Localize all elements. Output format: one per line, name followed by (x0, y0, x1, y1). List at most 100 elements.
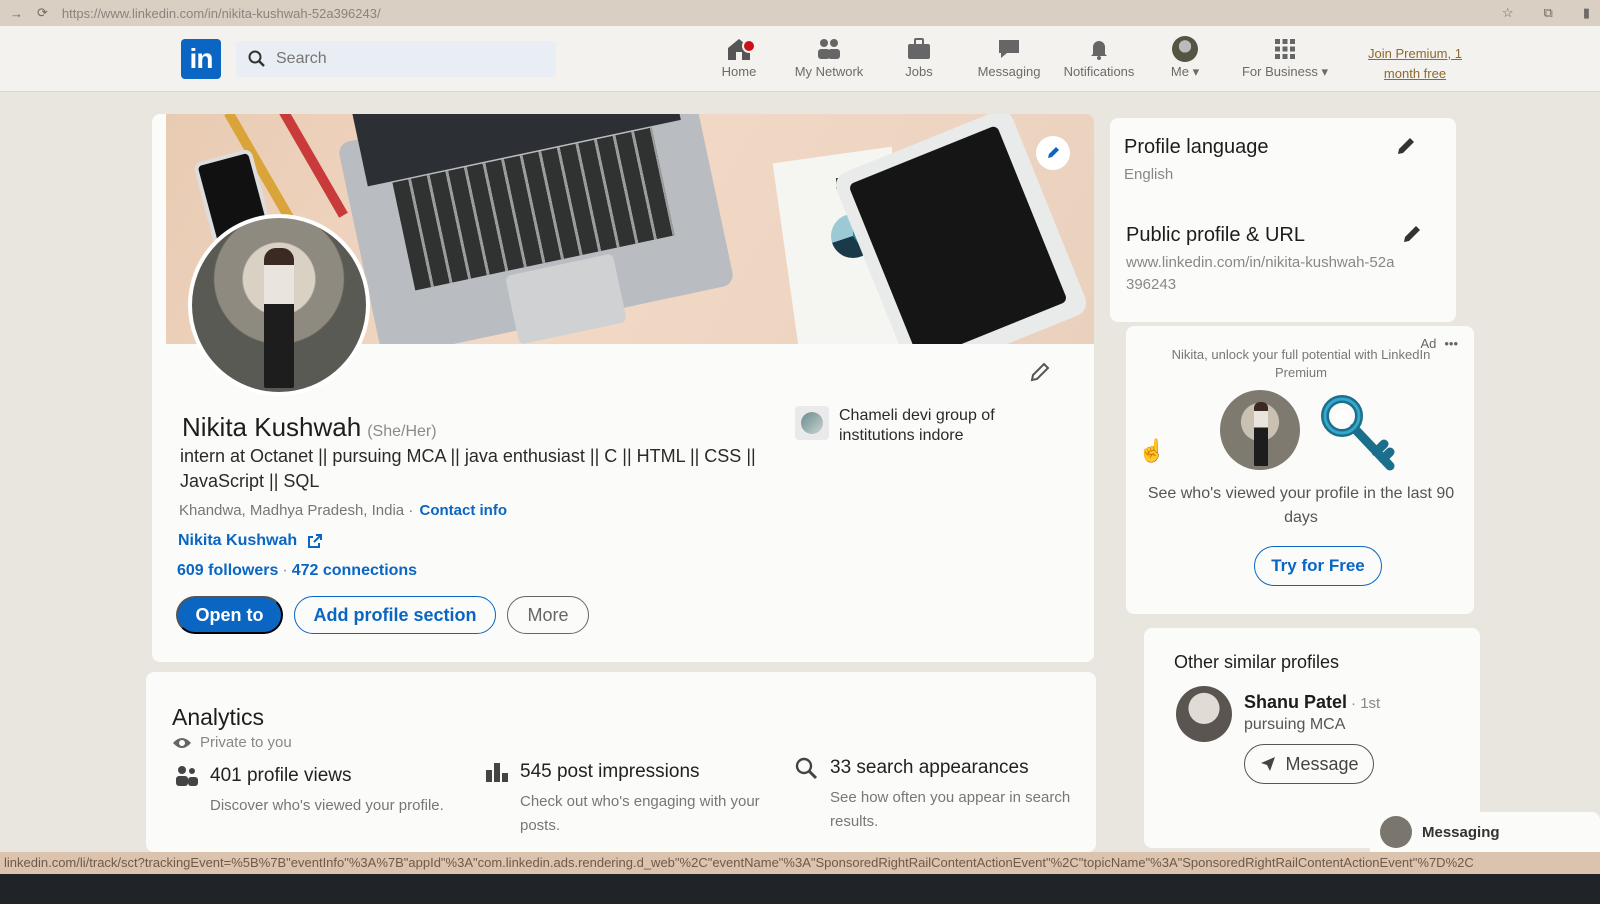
messaging-overlay-tab[interactable]: Messaging (1370, 812, 1600, 852)
linkedin-logo[interactable]: in (181, 39, 221, 79)
edit-intro-button[interactable] (1028, 360, 1052, 389)
nav-my-network-label: My Network (794, 64, 864, 79)
pronouns: (She/Her) (367, 423, 437, 440)
nav-messaging[interactable]: Messaging (964, 34, 1054, 79)
extensions-icon[interactable]: ⧉ (1544, 5, 1553, 21)
analytics-card: Analytics Private to you 401 profile vie… (146, 672, 1096, 852)
contact-info-link[interactable]: Contact info (420, 502, 508, 519)
people-icon (176, 766, 198, 786)
analytics-title: Analytics (172, 704, 265, 730)
website-label: Nikita Kushwah (178, 532, 298, 549)
pencil-icon (1048, 147, 1059, 158)
separator: · (408, 502, 414, 519)
open-to-button[interactable]: Open to (176, 596, 283, 634)
profile-views-item[interactable]: 401 profile views Discover who's viewed … (174, 764, 454, 818)
school-logo (795, 406, 829, 440)
notification-dot (742, 39, 756, 53)
pencil-icon (1404, 226, 1420, 242)
nav-business-label-wrap: For Business ▾ (1242, 64, 1328, 80)
nav-me-label-wrap: Me ▾ (1171, 64, 1199, 80)
followers-link[interactable]: 609 followers (177, 562, 278, 579)
edit-url-button[interactable] (1400, 222, 1424, 251)
search-icon (795, 757, 818, 780)
location-row: Khandwa, Madhya Pradesh, India · Contact… (179, 502, 507, 519)
pencil-icon (1398, 138, 1414, 154)
item-desc: See how often you appear in search resul… (830, 789, 1071, 830)
search-icon (248, 50, 265, 67)
post-impressions-item[interactable]: 545 post impressions Check out who's eng… (484, 760, 764, 838)
premium-link[interactable]: Join Premium, 1 month free (1360, 44, 1470, 84)
profile-photo[interactable] (188, 214, 370, 396)
nav-notifications[interactable]: Notifications (1054, 34, 1144, 79)
key-icon (1320, 394, 1398, 481)
ad-headline: Nikita, unlock your full potential with … (1171, 347, 1431, 380)
profile-name-row: Nikita Kushwah (She/Her) (182, 412, 437, 443)
location: Khandwa, Madhya Pradesh, India (179, 502, 405, 519)
similar-profile-name: Shanu Patel (1244, 692, 1348, 712)
chevron-down-icon: ▾ (1321, 64, 1329, 79)
external-link-icon (308, 534, 323, 548)
public-profile-title: Public profile & URL (1126, 224, 1305, 246)
item-title: 33 search appearances (830, 757, 1029, 778)
similar-profile-avatar[interactable] (1176, 686, 1232, 742)
item-head: 401 profile views (174, 764, 454, 788)
avatar-figure (1254, 402, 1268, 466)
nav-my-network[interactable]: My Network (784, 34, 874, 79)
messaging-avatar (1380, 816, 1412, 848)
search-appearances-item[interactable]: 33 search appearances See how often you … (794, 756, 1074, 834)
message-button-label: Message (1285, 753, 1359, 774)
search-box[interactable] (236, 41, 556, 77)
similar-profiles-title: Other similar profiles (1174, 652, 1340, 672)
grid-icon (1273, 34, 1297, 64)
edit-language-button[interactable] (1394, 134, 1418, 163)
nav-notifications-label: Notifications (1063, 64, 1135, 79)
more-button[interactable]: More (507, 596, 589, 634)
add-profile-section-button[interactable]: Add profile section (294, 596, 496, 634)
profile-headline: intern at Octanet || pursuing MCA || jav… (180, 446, 756, 491)
message-button[interactable]: Message (1244, 744, 1374, 784)
similar-profile-name-row[interactable]: Shanu Patel · 1st (1244, 692, 1380, 713)
ad-avatar (1220, 390, 1300, 470)
edit-banner-button[interactable] (1036, 136, 1070, 170)
education-link[interactable]: Chameli devi group of institutions indor… (795, 406, 1019, 446)
public-profile-url: www.linkedin.com/in/nikita-kushwah-52a39… (1126, 254, 1395, 293)
send-icon (1261, 757, 1276, 771)
nav-business-label: For Business (1241, 64, 1318, 79)
nav-me[interactable]: Me ▾ (1140, 34, 1230, 80)
item-desc: Check out who's engaging with your posts… (520, 793, 760, 834)
nav-home-label: Home (721, 64, 757, 79)
nav-messaging-label: Messaging (977, 64, 1041, 79)
hand-cursor-icon: ☝ (1138, 438, 1166, 463)
ad-body: See who's viewed your profile in the las… (1147, 485, 1455, 526)
avatar-icon (1172, 34, 1198, 64)
address-bar[interactable]: https://www.linkedin.com/in/nikita-kushw… (62, 6, 381, 21)
item-title: 545 post impressions (520, 761, 700, 782)
private-text: Private to you (200, 734, 292, 751)
similar-profile-headline: pursuing MCA (1244, 716, 1346, 733)
nav-jobs[interactable]: Jobs (874, 34, 964, 79)
bookmark-star-icon[interactable]: ☆ (1502, 5, 1514, 21)
back-icon[interactable]: → (10, 6, 23, 21)
browser-status-bar: linkedin.com/li/track/sct?trackingEvent=… (0, 852, 1600, 874)
network-icon (815, 34, 843, 64)
browser-toolbar: → ⟳ https://www.linkedin.com/in/nikita-k… (0, 0, 1600, 26)
item-title: 401 profile views (210, 765, 352, 786)
reload-icon[interactable]: ⟳ (37, 5, 48, 21)
profile-language-value: English (1124, 166, 1174, 183)
nav-for-business[interactable]: For Business ▾ (1240, 34, 1330, 80)
profile-name: Nikita Kushwah (182, 412, 362, 442)
profile-photo-figure (264, 248, 294, 388)
website-link[interactable]: Nikita Kushwah (178, 532, 323, 550)
network-stats: 609 followers · 472 connections (177, 562, 417, 580)
connections-link[interactable]: 472 connections (292, 562, 417, 579)
window-icon[interactable]: ▮ (1583, 5, 1590, 21)
item-head: 33 search appearances (794, 756, 1074, 780)
private-label: Private to you (172, 734, 292, 751)
briefcase-icon (905, 34, 933, 64)
search-input[interactable] (276, 50, 516, 68)
try-for-free-button[interactable]: Try for Free (1254, 546, 1382, 586)
item-desc: Discover who's viewed your profile. (210, 797, 444, 814)
nav-home[interactable]: Home (694, 34, 784, 79)
connection-degree: · 1st (1351, 695, 1381, 712)
school-name: Chameli devi group of institutions indor… (839, 407, 995, 444)
